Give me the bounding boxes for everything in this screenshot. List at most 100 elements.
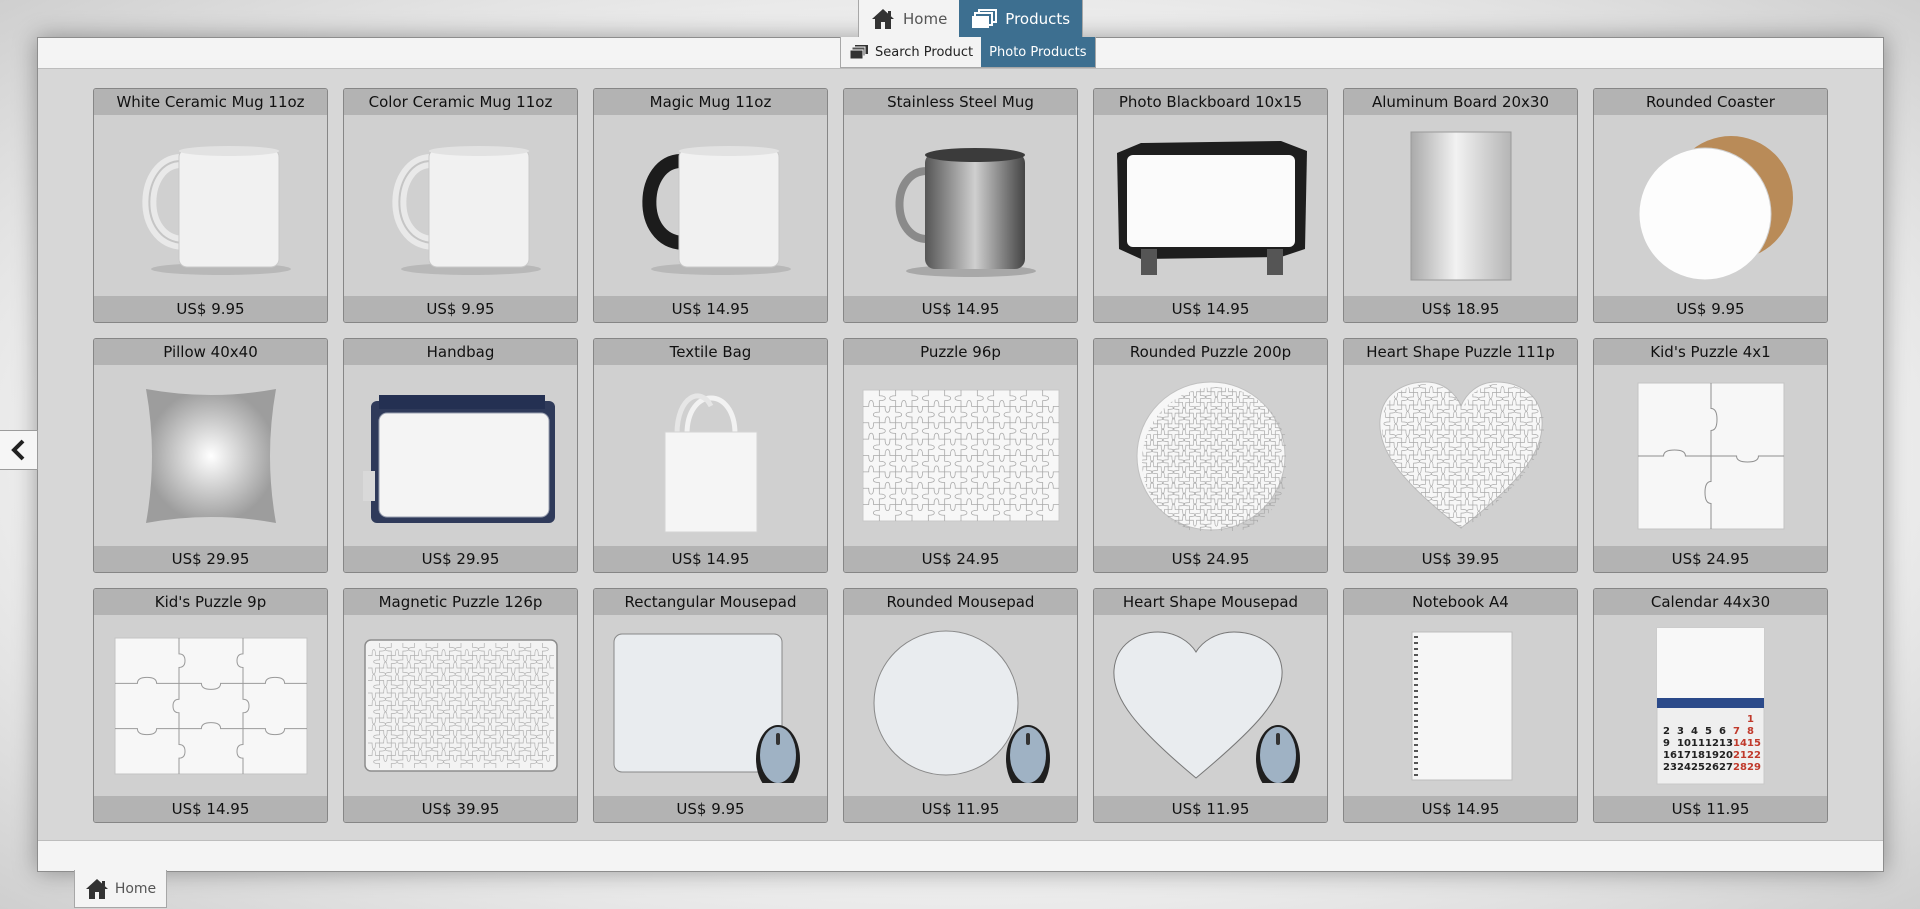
bottom-tab-home[interactable]: Home <box>74 870 167 908</box>
svg-text:26: 26 <box>1705 762 1719 773</box>
stack-icon <box>972 8 998 28</box>
product-card[interactable]: Handbag US$ 29.95 <box>343 338 578 573</box>
product-card[interactable]: Magic Mug 11oz US$ 14.95 <box>593 88 828 323</box>
product-image <box>1094 615 1327 796</box>
product-card[interactable]: Notebook A4 US$ 14.95 <box>1343 588 1578 823</box>
svg-text:22: 22 <box>1747 750 1761 761</box>
product-image <box>1094 115 1327 296</box>
product-title: Handbag <box>344 339 577 365</box>
svg-text:10: 10 <box>1677 738 1691 749</box>
svg-text:27: 27 <box>1719 762 1733 773</box>
product-image <box>844 365 1077 546</box>
side-panel-toggle[interactable] <box>0 430 38 470</box>
svg-text:9: 9 <box>1663 738 1670 749</box>
product-title: Rounded Mousepad <box>844 589 1077 615</box>
product-card[interactable]: Kid's Puzzle 9p US$ 14.95 <box>93 588 328 823</box>
product-price: US$ 18.95 <box>1344 296 1577 322</box>
svg-text:5: 5 <box>1705 726 1712 737</box>
product-card[interactable]: Pillow 40x40 US$ 29.95 <box>93 338 328 573</box>
sub-tab-bar: Search Product Photo Products <box>840 37 1096 68</box>
product-title: Notebook A4 <box>1344 589 1577 615</box>
svg-text:25: 25 <box>1691 762 1705 773</box>
product-price: US$ 24.95 <box>1594 546 1827 572</box>
product-card[interactable]: Stainless Steel Mug US$ 14.95 <box>843 88 1078 323</box>
product-price: US$ 11.95 <box>1594 796 1827 822</box>
product-title: Kid's Puzzle 4x1 <box>1594 339 1827 365</box>
product-price: US$ 11.95 <box>844 796 1077 822</box>
product-card[interactable]: Heart Shape Mousepad US$ 11.95 <box>1093 588 1328 823</box>
tab-home[interactable]: Home <box>859 0 959 37</box>
product-image <box>1344 365 1577 546</box>
product-title: Magnetic Puzzle 126p <box>344 589 577 615</box>
product-card[interactable]: Aluminum Board 20x30 US$ 18.95 <box>1343 88 1578 323</box>
product-card[interactable]: Photo Blackboard 10x15 US$ 14.95 <box>1093 88 1328 323</box>
product-title: Rounded Coaster <box>1594 89 1827 115</box>
tab-products-label: Products <box>1005 9 1071 28</box>
product-title: Rounded Puzzle 200p <box>1094 339 1327 365</box>
product-price: US$ 9.95 <box>344 296 577 322</box>
product-image <box>1344 615 1577 796</box>
product-image <box>94 615 327 796</box>
product-card[interactable]: Rounded Coaster US$ 9.95 <box>1593 88 1828 323</box>
product-card[interactable]: Textile Bag US$ 14.95 <box>593 338 828 573</box>
product-card[interactable]: White Ceramic Mug 11oz US$ 9.95 <box>93 88 328 323</box>
product-image <box>594 115 827 296</box>
product-title: Stainless Steel Mug <box>844 89 1077 115</box>
tab-photo-products[interactable]: Photo Products <box>981 37 1095 67</box>
product-image: 1 2 3 4 5 6 7 8 9 10 11 12 13 14 15 16 17 18 19 20 21 22 23 24 2… <box>1594 615 1827 796</box>
tab-search-product-label: Search Product <box>875 44 974 60</box>
tab-home-label: Home <box>903 9 948 28</box>
product-price: US$ 14.95 <box>844 296 1077 322</box>
product-title: Heart Shape Mousepad <box>1094 589 1327 615</box>
product-title: Magic Mug 11oz <box>594 89 827 115</box>
product-card[interactable]: Heart Shape Puzzle 111p US$ 39.95 <box>1343 338 1578 573</box>
product-price: US$ 14.95 <box>594 296 827 322</box>
tab-search-product[interactable]: Search Product <box>841 37 981 67</box>
product-price: US$ 39.95 <box>344 796 577 822</box>
product-price: US$ 24.95 <box>844 546 1077 572</box>
tab-products[interactable]: Products <box>959 0 1083 37</box>
product-image <box>1594 365 1827 546</box>
product-image <box>344 115 577 296</box>
product-card[interactable]: Puzzle 96p US$ 24.95 <box>843 338 1078 573</box>
product-price: US$ 14.95 <box>1094 296 1327 322</box>
svg-text:1: 1 <box>1747 714 1754 725</box>
svg-text:8: 8 <box>1747 726 1754 737</box>
svg-text:12: 12 <box>1705 738 1719 749</box>
svg-text:19: 19 <box>1705 750 1719 761</box>
product-card[interactable]: Rectangular Mousepad US$ 9.95 <box>593 588 828 823</box>
product-image <box>844 615 1077 796</box>
product-image <box>844 115 1077 296</box>
svg-text:13: 13 <box>1719 738 1733 749</box>
product-title: Rectangular Mousepad <box>594 589 827 615</box>
product-title: Calendar 44x30 <box>1594 589 1827 615</box>
svg-text:21: 21 <box>1733 750 1747 761</box>
svg-text:2: 2 <box>1663 726 1670 737</box>
chevron-left-icon <box>10 439 24 461</box>
svg-text:7: 7 <box>1733 726 1740 737</box>
product-title: Photo Blackboard 10x15 <box>1094 89 1327 115</box>
svg-text:14: 14 <box>1733 738 1747 749</box>
product-card[interactable]: Color Ceramic Mug 11oz US$ 9.95 <box>343 88 578 323</box>
product-grid: White Ceramic Mug 11oz US$ 9.95 Color Cera… <box>93 88 1828 823</box>
product-price: US$ 9.95 <box>94 296 327 322</box>
svg-text:24: 24 <box>1677 762 1691 773</box>
product-card[interactable]: Magnetic Puzzle 126p US$ 39.95 <box>343 588 578 823</box>
product-title: Heart Shape Puzzle 111p <box>1344 339 1577 365</box>
svg-text:16: 16 <box>1663 750 1677 761</box>
svg-text:17: 17 <box>1677 750 1691 761</box>
product-title: Aluminum Board 20x30 <box>1344 89 1577 115</box>
product-card[interactable]: Rounded Puzzle 200p US$ 24.95 <box>1093 338 1328 573</box>
svg-text:20: 20 <box>1719 750 1733 761</box>
product-image <box>344 365 577 546</box>
product-price: US$ 24.95 <box>1094 546 1327 572</box>
product-card[interactable]: Kid's Puzzle 4x1 US$ 24.95 <box>1593 338 1828 573</box>
product-price: US$ 39.95 <box>1344 546 1577 572</box>
product-price: US$ 14.95 <box>94 796 327 822</box>
product-image <box>594 365 827 546</box>
product-image <box>1344 115 1577 296</box>
product-price: US$ 11.95 <box>1094 796 1327 822</box>
product-card[interactable]: Rounded Mousepad US$ 11.95 <box>843 588 1078 823</box>
svg-text:29: 29 <box>1747 762 1761 773</box>
product-card[interactable]: Calendar 44x30 1 2 3 4 5 6 7 8 9 10 11 12 13 14 15 16 17 1… <box>1593 588 1828 823</box>
